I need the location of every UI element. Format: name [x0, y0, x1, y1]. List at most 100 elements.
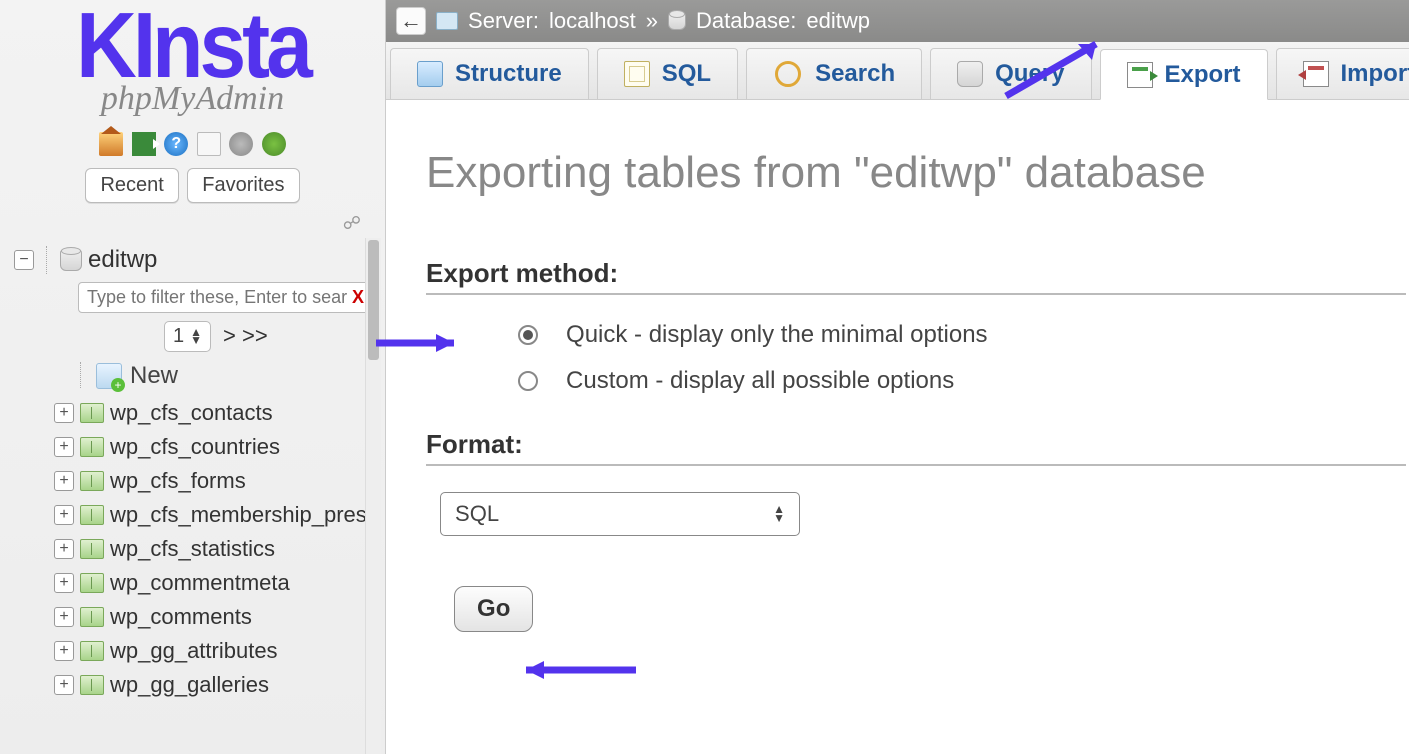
- table-name[interactable]: wp_gg_galleries: [110, 672, 269, 698]
- format-heading: Format:: [426, 429, 1406, 466]
- expand-icon[interactable]: +: [54, 641, 74, 661]
- table-row[interactable]: + wp_cfs_membership_prese: [54, 498, 379, 532]
- radio-custom-label: Custom - display all possible options: [566, 367, 954, 395]
- sql-icon: [624, 61, 650, 87]
- page-title: Exporting tables from "editwp" database: [426, 148, 1406, 198]
- table-row[interactable]: + wp_cfs_contacts: [54, 396, 379, 430]
- db-tree: − editwp X 1 ▲▼ > >> New +wp_: [0, 238, 385, 754]
- tab-structure[interactable]: Structure: [390, 48, 589, 99]
- expand-icon[interactable]: +: [54, 607, 74, 627]
- scrollbar[interactable]: [365, 238, 381, 754]
- select-arrows-icon: ▲▼: [773, 505, 785, 523]
- tree-filter-input[interactable]: [78, 282, 378, 313]
- expand-icon[interactable]: +: [54, 539, 74, 559]
- tab-query[interactable]: Query: [930, 48, 1091, 99]
- breadcrumb-separator: »: [646, 8, 658, 34]
- radio-quick-label: Quick - display only the minimal options: [566, 321, 988, 349]
- tab-label: Query: [995, 60, 1064, 88]
- tab-export[interactable]: Export: [1100, 49, 1268, 100]
- table-name[interactable]: wp_comments: [110, 604, 252, 630]
- collapse-icon[interactable]: −: [14, 250, 34, 270]
- table-row[interactable]: + wp_cfs_statistics: [54, 532, 379, 566]
- home-icon[interactable]: [99, 132, 123, 156]
- table-icon: [80, 607, 104, 627]
- table-row[interactable]: + wp_gg_attributes: [54, 634, 379, 668]
- server-name[interactable]: localhost: [549, 8, 636, 34]
- annotation-arrow-go: [506, 655, 646, 685]
- docs-icon[interactable]: [197, 132, 221, 156]
- tab-label: Structure: [455, 60, 562, 88]
- table-icon: [80, 403, 104, 423]
- table-name[interactable]: wp_cfs_contacts: [110, 400, 273, 426]
- sidebar-toolbar: ?: [0, 122, 385, 164]
- table-name[interactable]: wp_commentmeta: [110, 570, 290, 596]
- expand-icon[interactable]: +: [54, 505, 74, 525]
- expand-icon[interactable]: +: [54, 437, 74, 457]
- favorites-button[interactable]: Favorites: [187, 168, 299, 203]
- stepper-icon: ▲▼: [190, 328, 202, 344]
- brand-logo: KInsta: [76, 4, 309, 87]
- help-icon[interactable]: ?: [164, 132, 188, 156]
- breadcrumb: ← Server: localhost » Database: editwp: [386, 0, 1409, 42]
- expand-icon[interactable]: +: [54, 403, 74, 423]
- table-row[interactable]: + wp_cfs_countries: [54, 430, 379, 464]
- table-row[interactable]: + wp_commentmeta: [54, 566, 379, 600]
- go-button[interactable]: Go: [454, 586, 533, 632]
- table-icon: [80, 641, 104, 661]
- db-label: Database:: [696, 8, 796, 34]
- table-icon: [80, 675, 104, 695]
- page-select[interactable]: 1 ▲▼: [164, 321, 211, 352]
- query-icon: [957, 61, 983, 87]
- expand-icon[interactable]: +: [54, 471, 74, 491]
- table-icon: [80, 539, 104, 559]
- new-table-label[interactable]: New: [130, 362, 178, 390]
- table-icon: [80, 505, 104, 525]
- tab-label: SQL: [662, 60, 711, 88]
- next-page[interactable]: > >>: [223, 323, 268, 349]
- new-table-icon[interactable]: [96, 363, 122, 389]
- import-icon: [1303, 61, 1329, 87]
- reload-icon[interactable]: [262, 132, 286, 156]
- logo: KInsta phpMyAdmin: [0, 0, 385, 122]
- db-name-crumb[interactable]: editwp: [806, 8, 870, 34]
- export-method-heading: Export method:: [426, 258, 1406, 295]
- tab-label: Import: [1341, 60, 1409, 88]
- logout-icon[interactable]: [132, 132, 156, 156]
- database-icon: [60, 249, 82, 271]
- settings-icon[interactable]: [229, 132, 253, 156]
- content: Exporting tables from "editwp" database …: [386, 100, 1409, 656]
- link-icon[interactable]: ☍: [0, 213, 385, 238]
- table-row[interactable]: + wp_cfs_forms: [54, 464, 379, 498]
- table-name[interactable]: wp_cfs_countries: [110, 434, 280, 460]
- tab-sql[interactable]: SQL: [597, 48, 738, 99]
- db-name[interactable]: editwp: [88, 246, 157, 274]
- structure-icon: [417, 61, 443, 87]
- table-row[interactable]: + wp_comments: [54, 600, 379, 634]
- main: ← Server: localhost » Database: editwp S…: [386, 0, 1409, 754]
- back-button[interactable]: ←: [396, 7, 426, 35]
- expand-icon[interactable]: +: [54, 675, 74, 695]
- clear-filter-icon[interactable]: X: [352, 287, 364, 308]
- table-icon: [80, 471, 104, 491]
- table-name[interactable]: wp_gg_attributes: [110, 638, 278, 664]
- tab-search[interactable]: Search: [746, 48, 922, 99]
- radio-quick[interactable]: [518, 325, 538, 345]
- table-name[interactable]: wp_cfs_statistics: [110, 536, 275, 562]
- tab-import[interactable]: Import: [1276, 48, 1409, 99]
- table-name[interactable]: wp_cfs_forms: [110, 468, 246, 494]
- table-icon: [80, 437, 104, 457]
- radio-custom-row[interactable]: Custom - display all possible options: [426, 367, 1406, 395]
- search-icon: [775, 61, 801, 87]
- database-icon: [668, 12, 686, 30]
- recent-button[interactable]: Recent: [85, 168, 178, 203]
- table-icon: [80, 573, 104, 593]
- radio-custom[interactable]: [518, 371, 538, 391]
- radio-quick-row[interactable]: Quick - display only the minimal options: [426, 321, 1406, 349]
- table-name[interactable]: wp_cfs_membership_prese: [110, 502, 379, 528]
- format-select[interactable]: SQL ▲▼: [440, 492, 800, 536]
- format-value: SQL: [455, 501, 499, 527]
- server-icon: [436, 12, 458, 30]
- table-row[interactable]: + wp_gg_galleries: [54, 668, 379, 702]
- tab-label: Search: [815, 60, 895, 88]
- expand-icon[interactable]: +: [54, 573, 74, 593]
